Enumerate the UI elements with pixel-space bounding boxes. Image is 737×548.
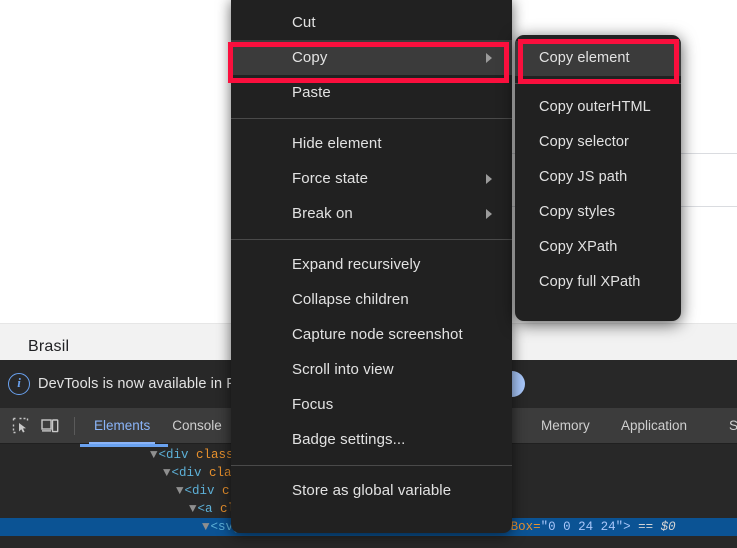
- dom-token-val: "0 0 24 24">: [540, 520, 631, 534]
- context-menu-item-label: Force state: [292, 170, 369, 187]
- tab-elements[interactable]: Elements: [83, 408, 161, 444]
- tab-application[interactable]: Application: [610, 408, 698, 444]
- submenu-arrow-icon: [486, 173, 492, 184]
- dom-token-twisty: ▼: [150, 448, 158, 462]
- toolbar-divider: [74, 416, 75, 435]
- context-menu-item-label: Focus: [292, 396, 334, 413]
- context-menu-item-label: Store as global variable: [292, 482, 452, 499]
- context-menu-item-hide-element[interactable]: Hide element: [231, 126, 512, 161]
- context-menu-item-badge-settings[interactable]: Badge settings...: [231, 422, 512, 457]
- submenu-arrow-icon: [486, 52, 492, 63]
- context-menu-item-force-state[interactable]: Force state: [231, 161, 512, 196]
- context-menu-item-collapse-children[interactable]: Collapse children: [231, 282, 512, 317]
- context-menu-item-expand-recursively[interactable]: Expand recursively: [231, 247, 512, 282]
- submenu-item-copy-xpath[interactable]: Copy XPath: [515, 230, 681, 265]
- submenu-item-copy-outerhtml[interactable]: Copy outerHTML: [515, 90, 681, 125]
- submenu-item-copy-element[interactable]: Copy element: [515, 41, 681, 76]
- context-menu-separator: [231, 239, 512, 240]
- context-menu-separator: [231, 465, 512, 466]
- screenshot-root: Brasil i DevTools is now available in Po…: [0, 0, 737, 548]
- submenu-item-copy-styles[interactable]: Copy styles: [515, 195, 681, 230]
- context-menu-item-label: Hide element: [292, 135, 382, 152]
- submenu-item-copy-full-xpath[interactable]: Copy full XPath: [515, 265, 681, 300]
- context-menu[interactable]: Cut Copy Paste Hide element Force state Break…: [231, 0, 512, 533]
- dom-token-tag: <div: [184, 484, 215, 498]
- context-menu-item-label: Cut: [292, 14, 316, 31]
- context-menu-item-label: Paste: [292, 84, 331, 101]
- context-menu-item-cut[interactable]: Cut: [231, 5, 512, 40]
- context-menu-item-label: Expand recursively: [292, 256, 421, 273]
- dom-tree-scroll-indicator: [80, 444, 168, 447]
- context-menu-item-label: Scroll into view: [292, 361, 394, 378]
- page-footer-country-link[interactable]: Brasil: [28, 338, 69, 356]
- context-menu-item-label: Badge settings...: [292, 431, 406, 448]
- dom-token-tag: <a: [197, 502, 213, 516]
- inspect-element-icon[interactable]: [6, 412, 34, 440]
- submenu-separator: [515, 83, 681, 84]
- info-circle-icon: i: [8, 373, 30, 395]
- tab-console[interactable]: Console: [161, 408, 233, 444]
- tab-sources[interactable]: S: [718, 408, 737, 444]
- context-menu-item-break-on[interactable]: Break on: [231, 196, 512, 231]
- context-menu-item-label: Capture node screenshot: [292, 326, 463, 343]
- dom-token-twisty: ▼: [189, 502, 197, 516]
- submenu-item-copy-js-path[interactable]: Copy JS path: [515, 160, 681, 195]
- context-menu-item-copy[interactable]: Copy: [231, 40, 512, 75]
- device-toolbar-icon[interactable]: [36, 412, 64, 440]
- dom-token-twisty: ▼: [176, 484, 184, 498]
- infobar-message: DevTools is now available in Po: [38, 376, 245, 392]
- tab-memory[interactable]: Memory: [530, 408, 601, 444]
- context-menu-item-label: Break on: [292, 205, 353, 222]
- dom-token-twisty: ▼: [163, 466, 171, 480]
- context-menu-item-focus[interactable]: Focus: [231, 387, 512, 422]
- context-menu-item-store-as-global-variable[interactable]: Store as global variable: [231, 473, 512, 508]
- dom-token-twisty: ▼: [202, 520, 210, 534]
- copy-submenu[interactable]: Copy element Copy outerHTML Copy selector C…: [515, 35, 681, 321]
- dom-token-tag: <div: [158, 448, 189, 462]
- submenu-arrow-icon: [486, 208, 492, 219]
- context-menu-item-scroll-into-view[interactable]: Scroll into view: [231, 352, 512, 387]
- context-menu-item-label: Collapse children: [292, 291, 409, 308]
- context-menu-separator: [231, 118, 512, 119]
- context-menu-item-label: Copy: [292, 49, 328, 66]
- context-menu-item-capture-node-screenshot[interactable]: Capture node screenshot: [231, 317, 512, 352]
- submenu-item-copy-selector[interactable]: Copy selector: [515, 125, 681, 160]
- context-menu-item-paste[interactable]: Paste: [231, 75, 512, 110]
- dom-token-sel0: == $0: [630, 520, 676, 534]
- dom-token-tag: <div: [171, 466, 202, 480]
